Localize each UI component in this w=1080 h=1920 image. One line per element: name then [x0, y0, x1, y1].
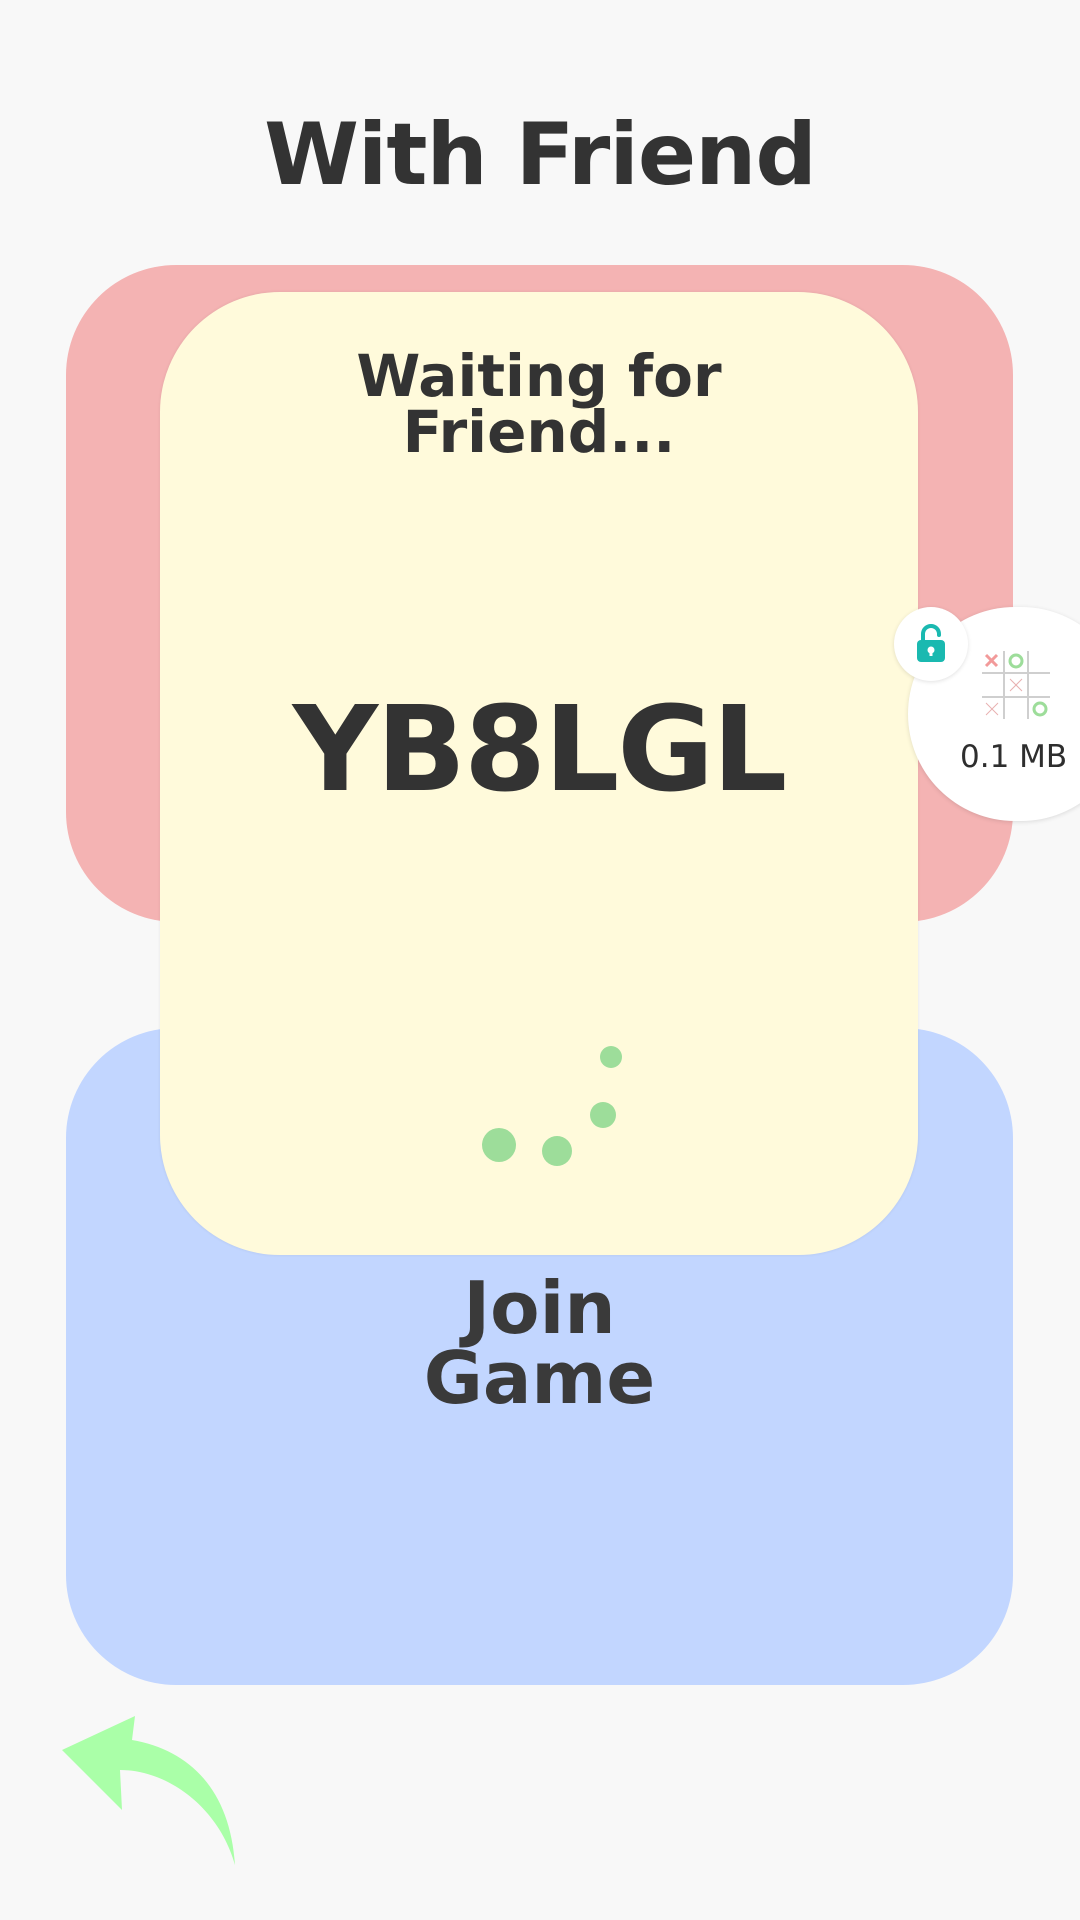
screen: With Friend Join Game Waiting for Friend…: [0, 0, 1080, 1920]
page-title: With Friend: [264, 105, 817, 205]
waiting-dialog: Waiting for Friend... YB8LGL: [160, 292, 918, 1255]
back-button[interactable]: [60, 1710, 240, 1870]
spinner-dot: [542, 1136, 572, 1166]
tic-tac-toe-icon: [982, 651, 1050, 719]
room-code: YB8LGL: [292, 680, 788, 818]
spinner-dot: [482, 1128, 516, 1162]
lock-badge[interactable]: [894, 607, 968, 681]
waiting-title-line1: Waiting for: [356, 342, 722, 410]
join-game-label: Join Game: [66, 1266, 1013, 1420]
waiting-title-line2: Friend...: [402, 398, 676, 466]
waiting-title: Waiting for Friend...: [160, 342, 918, 466]
download-size-label: 0.1 MB: [960, 739, 1068, 775]
join-game-label-line1: Join: [463, 1266, 616, 1350]
back-arrow-icon: [62, 1716, 235, 1865]
unlock-icon: [917, 624, 945, 662]
spinner-dot: [600, 1046, 622, 1068]
spinner-dot: [590, 1102, 616, 1128]
join-game-label-line2: Game: [423, 1336, 656, 1420]
